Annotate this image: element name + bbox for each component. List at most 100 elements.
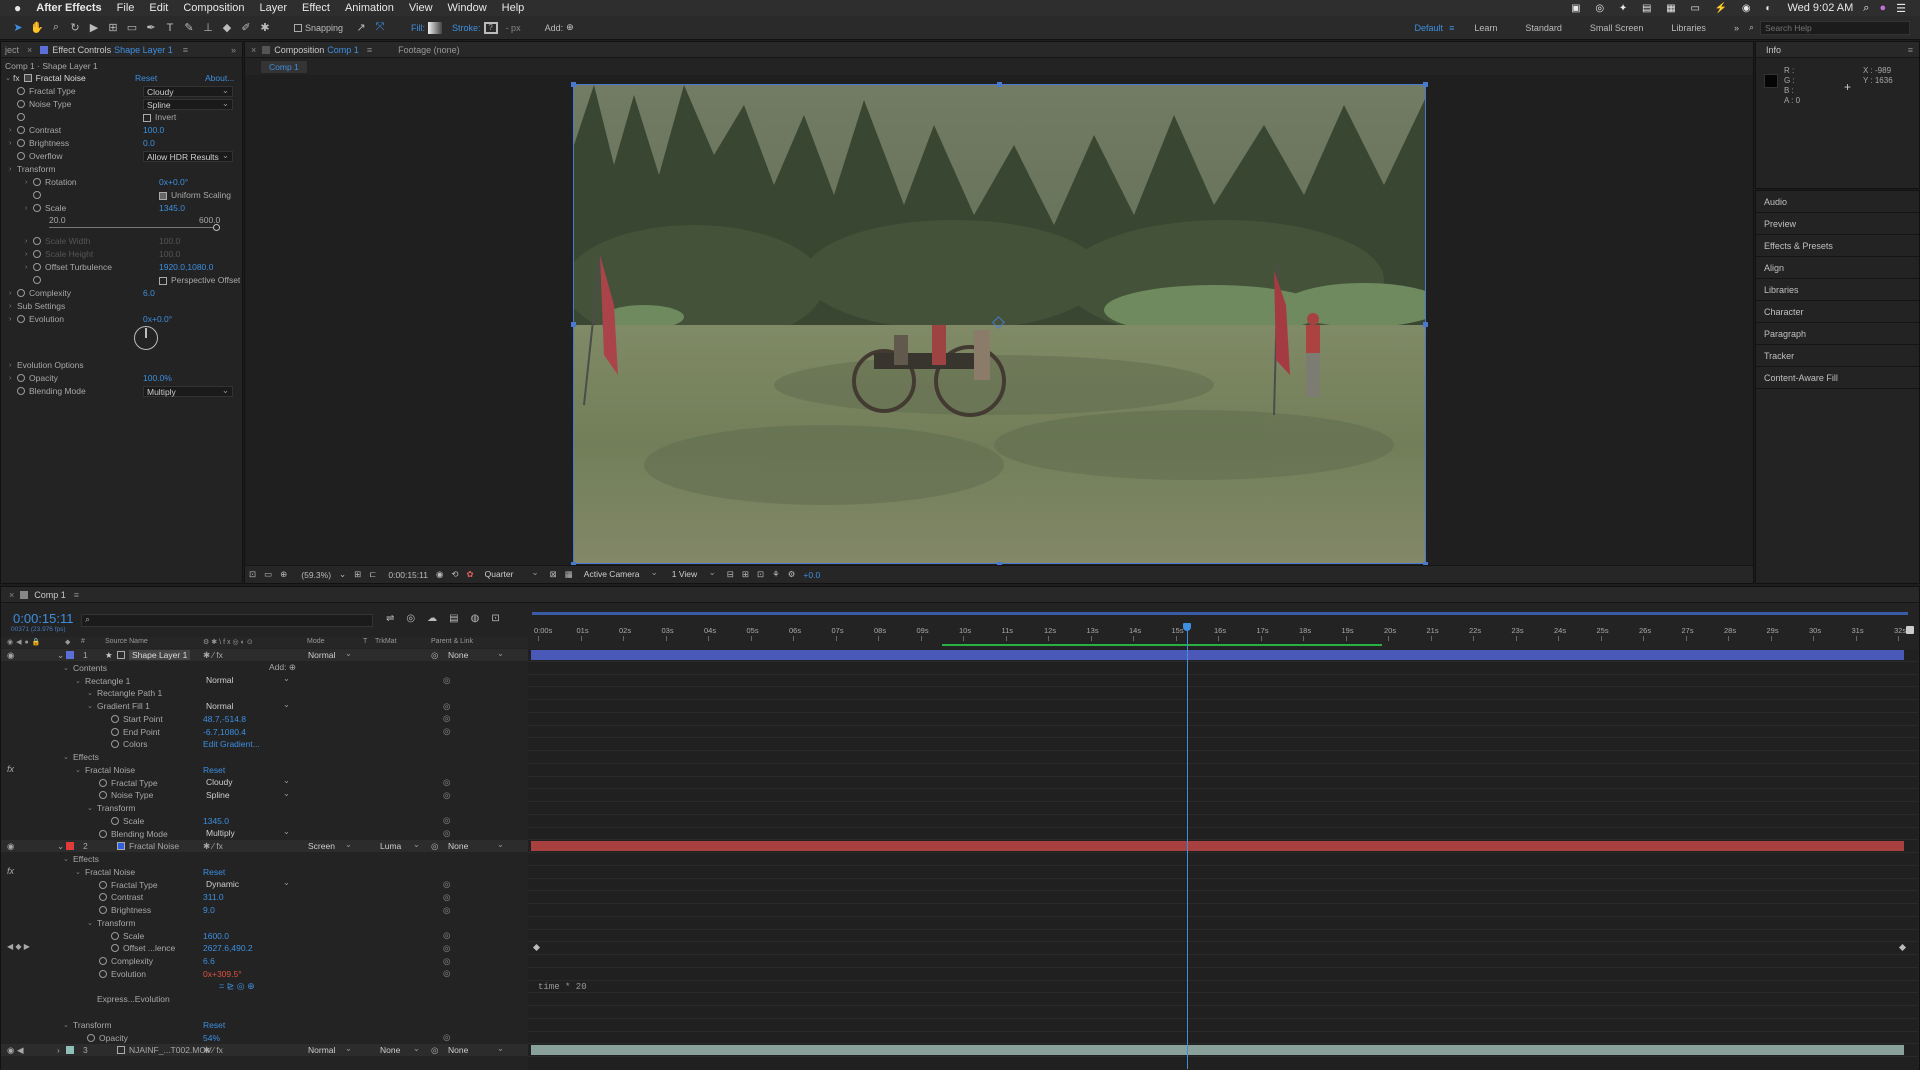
prop-dropdown[interactable]: Spline: [203, 788, 293, 801]
layer-name[interactable]: Fractal Noise: [129, 841, 179, 851]
ec-checkbox[interactable]: Uniform Scaling: [159, 190, 231, 200]
hand-tool-icon[interactable]: ✋: [29, 20, 45, 36]
ec-dropdown[interactable]: Spline: [143, 98, 233, 110]
prop-dropdown[interactable]: Multiply: [203, 826, 293, 839]
prop-dropdown[interactable]: Normal: [203, 673, 293, 686]
ec-property-row[interactable]: › Opacity 100.0%: [9, 372, 245, 384]
panel-overflow-icon[interactable]: »: [231, 45, 236, 55]
pan-behind-tool-icon[interactable]: ⊞: [105, 20, 121, 36]
composition-tab[interactable]: Composition: [274, 45, 324, 55]
character-panel[interactable]: Character: [1756, 301, 1919, 323]
notification-icon[interactable]: ☰: [1896, 2, 1906, 15]
mode-header[interactable]: Mode: [307, 638, 325, 645]
rotate-tool-icon[interactable]: ↻: [67, 20, 83, 36]
layer-switches[interactable]: ✱ ⁄ fx: [203, 1045, 223, 1056]
prop-dropdown[interactable]: Dynamic: [203, 877, 293, 890]
property-row[interactable]: Colors Edit Gradient...: [1, 738, 528, 750]
channel-icon[interactable]: ✿: [467, 569, 474, 580]
prop-value[interactable]: -6.7,1080.4: [203, 727, 246, 737]
close-comp-tab-icon[interactable]: ×: [251, 45, 256, 55]
ec-dropdown[interactable]: Cloudy: [143, 85, 233, 97]
graph-editor-icon[interactable]: ⊡: [491, 613, 499, 624]
ec-value[interactable]: 6.0: [143, 288, 155, 298]
workspace-default[interactable]: Default: [1415, 23, 1444, 33]
shy-icon[interactable]: ☁: [427, 613, 437, 624]
display-icon[interactable]: ▭: [264, 569, 272, 580]
ec-property-row[interactable]: Invert: [9, 111, 245, 123]
effects-presets-panel[interactable]: Effects & Presets: [1756, 235, 1919, 257]
always-preview-icon[interactable]: ⊡: [249, 569, 256, 580]
ec-property-row[interactable]: › Scale 1345.0: [25, 202, 261, 214]
bbox-handle-tl[interactable]: [571, 82, 576, 87]
stopwatch-icon[interactable]: [99, 791, 107, 800]
ec-property-row[interactable]: Blending Mode Multiply: [9, 385, 245, 397]
stopwatch-icon[interactable]: [99, 893, 107, 902]
layer-duration-bar[interactable]: [531, 841, 1904, 852]
ec-about-button[interactable]: About...: [205, 73, 234, 83]
panel-menu-icon[interactable]: ≡: [183, 45, 188, 55]
ec-scale-slider[interactable]: 20.0 600.0: [49, 214, 239, 226]
layer-parent-dropdown[interactable]: None: [445, 648, 507, 661]
prop-value[interactable]: 1345.0: [203, 816, 229, 826]
fill-swatch[interactable]: [428, 21, 443, 34]
layer-mode-dropdown[interactable]: Normal: [305, 1043, 355, 1056]
flowchart-icon[interactable]: ⚘: [772, 569, 780, 580]
prop-value[interactable]: 9.0: [203, 905, 215, 915]
menu-view[interactable]: View: [409, 2, 433, 14]
pickwhip-icon[interactable]: ◎: [443, 815, 450, 826]
stroke-swatch[interactable]: ?: [483, 21, 498, 34]
ec-property-row[interactable]: › Sub Settings: [9, 300, 245, 312]
property-row[interactable]: ⌄ Fractal Noise Reset: [1, 866, 528, 878]
property-row[interactable]: Offset ...lence 2627.6,490.2 ◎: [1, 942, 528, 954]
layer-row[interactable]: ◉ ⌄ 2 Fractal Noise ✱ ⁄ fx Screen Luma ◎…: [1, 839, 528, 853]
snap-option-icon[interactable]: ↗: [353, 20, 369, 36]
comp-lock-icon[interactable]: [262, 45, 271, 54]
menu-window[interactable]: Window: [448, 2, 487, 14]
app-menu[interactable]: After Effects: [36, 2, 101, 14]
effect-controls-tab-layer[interactable]: Shape Layer 1: [114, 45, 173, 55]
layer-label-color[interactable]: [66, 842, 74, 851]
property-row[interactable]: End Point -6.7,1080.4 ◎: [1, 726, 528, 738]
property-row[interactable]: Contrast 311.0 ◎: [1, 891, 528, 903]
frame-blend-icon[interactable]: ▤: [449, 613, 458, 624]
evolution-dial[interactable]: [134, 326, 158, 350]
ec-property-row[interactable]: Perspective Offset: [25, 274, 261, 286]
stopwatch-icon[interactable]: [111, 944, 119, 953]
show-snapshot-icon[interactable]: ⟲: [451, 569, 458, 580]
pickwhip-icon[interactable]: ◎: [443, 790, 450, 801]
layer-parent-dropdown[interactable]: None: [445, 839, 507, 852]
layer-parent-dropdown[interactable]: None: [445, 1043, 507, 1056]
pickwhip-icon[interactable]: ◎: [443, 777, 450, 788]
ec-value[interactable]: 1920.0,1080.0: [159, 262, 213, 272]
prop-value[interactable]: Reset: [203, 765, 225, 775]
comp-mini-flowchart-icon[interactable]: ⇌: [386, 613, 394, 624]
property-row[interactable]: Scale 1345.0 ◎: [1, 815, 528, 827]
ec-value[interactable]: 1345.0: [159, 203, 185, 213]
close-timeline-tab-icon[interactable]: ×: [9, 590, 14, 600]
ec-property-row[interactable]: › Evolution Options: [9, 359, 245, 371]
libraries-panel[interactable]: Libraries: [1756, 279, 1919, 301]
menu-layer[interactable]: Layer: [260, 2, 288, 14]
composition-tab-comp[interactable]: Comp 1: [327, 45, 359, 55]
effect-controls-tab[interactable]: Effect Controls: [52, 45, 111, 55]
ec-property-row[interactable]: › Rotation 0x+0.0°: [25, 176, 261, 188]
views-dropdown[interactable]: 1 View: [669, 567, 719, 580]
property-row[interactable]: ⌄ Effects: [1, 853, 528, 865]
apple-icon[interactable]: ●: [14, 1, 21, 15]
menu-effect[interactable]: Effect: [302, 2, 330, 14]
layer-row[interactable]: ◉ ◀ › 3 NJAINF_...T002.MOV ✱ ⁄ fx Normal…: [1, 1043, 528, 1057]
stopwatch-icon[interactable]: [99, 880, 107, 889]
close-tab-icon[interactable]: ×: [27, 45, 32, 55]
property-row[interactable]: ⌄ Transform: [1, 802, 528, 814]
info-tab[interactable]: Info: [1766, 45, 1781, 55]
snap-grid-icon[interactable]: ⤧: [372, 20, 388, 36]
region-icon[interactable]: ⊠: [550, 569, 557, 580]
stopwatch-icon[interactable]: [99, 778, 107, 787]
expression-controls[interactable]: = ⊵ ◎ ⊕: [219, 981, 255, 992]
keyframe-nav[interactable]: ◀ ◆ ▶: [7, 942, 30, 951]
parent-pickwhip-icon[interactable]: ◎: [431, 841, 438, 852]
fx-badge-1[interactable]: fx: [7, 764, 14, 774]
property-row[interactable]: Noise Type Spline ◎: [1, 788, 528, 801]
draft-3d-icon[interactable]: ◎: [406, 613, 415, 624]
puppet-tool-icon[interactable]: ✱: [257, 20, 273, 36]
